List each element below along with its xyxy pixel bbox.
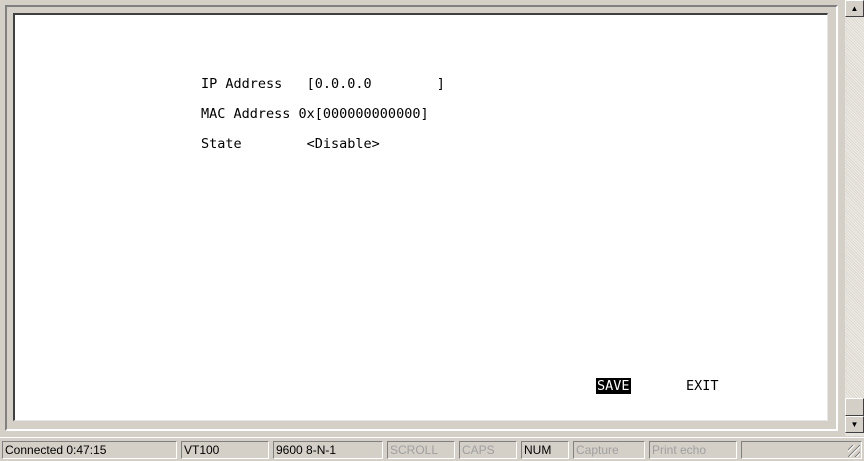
status-scroll: SCROLL: [387, 441, 455, 459]
save-label: SAVE: [596, 378, 631, 394]
up-arrow-icon: ▲: [850, 4, 859, 13]
status-caps: CAPS: [459, 441, 517, 459]
terminal-border: IP Address [0.0.0.0 ] MAC Address 0x[000…: [5, 5, 838, 431]
status-num: NUM: [521, 441, 569, 459]
mac-address-row: MAC Address 0x[000000000000]: [201, 106, 429, 122]
down-arrow-icon: ▼: [850, 420, 859, 429]
status-connected: Connected 0:47:15: [2, 441, 177, 459]
terminal-screen[interactable]: IP Address [0.0.0.0 ] MAC Address 0x[000…: [13, 13, 828, 421]
terminal-window: IP Address [0.0.0.0 ] MAC Address 0x[000…: [0, 0, 845, 436]
status-capture: Capture: [573, 441, 645, 459]
status-port-settings: 9600 8-N-1: [273, 441, 383, 459]
status-empty: [741, 441, 862, 459]
scroll-thumb[interactable]: [845, 398, 864, 416]
status-print-echo: Print echo: [649, 441, 737, 459]
state-row: State <Disable>: [201, 136, 380, 152]
status-bar: Connected 0:47:15 VT100 9600 8-N-1 SCROL…: [0, 437, 864, 461]
vertical-scrollbar[interactable]: ▲ ▼: [845, 0, 864, 436]
scroll-up-button[interactable]: ▲: [845, 0, 864, 17]
scroll-down-button[interactable]: ▼: [845, 416, 864, 433]
save-button[interactable]: SAVE: [596, 378, 631, 394]
exit-button[interactable]: EXIT: [686, 378, 719, 394]
ip-address-row: IP Address [0.0.0.0 ]: [201, 76, 445, 92]
resize-grip-icon[interactable]: [848, 445, 860, 457]
status-emulation: VT100: [181, 441, 269, 459]
